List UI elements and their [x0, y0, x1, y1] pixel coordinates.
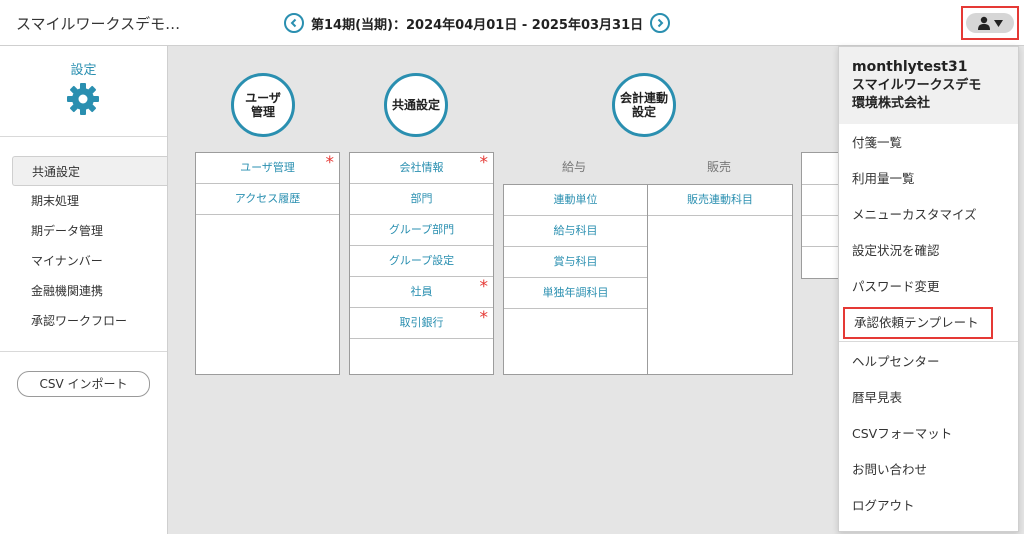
menu-sticky-notes[interactable]: 付箋一覧: [839, 125, 1018, 161]
menu-label: 連動単位: [553, 193, 598, 206]
partial-panel: [801, 152, 841, 279]
column-label-sales: 販売: [707, 160, 732, 174]
menu-label: 賞与科目: [553, 255, 598, 268]
menu-department[interactable]: 部門: [350, 184, 493, 215]
column-label-payroll: 給与: [562, 160, 587, 174]
menu-sales-link-accounts[interactable]: 販売連動科目: [648, 185, 792, 216]
csv-import-button[interactable]: CSV インポート: [17, 371, 150, 397]
user-menu-highlight: [961, 6, 1019, 40]
menu-label: 単独年調科目: [542, 286, 609, 299]
partial-cell: [802, 153, 841, 185]
menu-label: 社員: [410, 285, 433, 298]
sidebar-title: 設定: [70, 63, 97, 78]
menu-label: 給与科目: [553, 224, 598, 237]
menu-check-settings[interactable]: 設定状況を確認: [839, 233, 1018, 269]
required-icon: *: [325, 153, 335, 173]
menu-salary-accounts[interactable]: 給与科目: [504, 216, 647, 247]
required-icon: *: [479, 277, 489, 297]
sidebar: 設定 共通設定 期末処理 期データ管理 マイナンバー 金融機関連携 承認ワークフ…: [0, 46, 168, 534]
partial-cell: [802, 185, 841, 216]
header: スマイルワークスデモ… 第14期(当期)：2024年04月01日 - 2025年…: [0, 0, 1024, 46]
prev-period-button[interactable]: [284, 13, 304, 33]
sidebar-header: 設定: [0, 46, 167, 137]
dropdown-divider: [839, 341, 1018, 342]
category-common-settings: 共通設定: [384, 73, 448, 137]
gear-icon: [67, 83, 99, 115]
sidebar-item-common-settings[interactable]: 共通設定: [12, 156, 167, 186]
period-label: 第14期(当期)：2024年04月01日 - 2025年03月31日: [311, 17, 644, 33]
dropdown-user-info: monthlytest31 スマイルワークスデモ 環境株式会社: [839, 47, 1018, 124]
menu-help-center[interactable]: ヘルプセンター: [839, 344, 1018, 380]
menu-label: 販売連動科目: [687, 193, 753, 206]
required-icon: *: [479, 308, 489, 328]
menu-group-settings[interactable]: グループ設定: [350, 246, 493, 277]
menu-bank[interactable]: 取引銀行 *: [350, 308, 493, 339]
chevron-right-icon: [657, 18, 664, 28]
menu-label: 部門: [410, 192, 433, 205]
user-menu-button[interactable]: [966, 13, 1014, 33]
sales-link-panel: 販売連動科目: [647, 184, 793, 375]
category-accounting-link: 会計連動 設定: [612, 73, 676, 137]
user-management-panel: ユーザ管理 * アクセス履歴: [195, 152, 340, 375]
menu-access-history[interactable]: アクセス履歴: [196, 184, 339, 215]
menu-year-end-adjust-accounts[interactable]: 単独年調科目: [504, 278, 647, 309]
period-selector: 第14期(当期)：2024年04月01日 - 2025年03月31日: [284, 11, 671, 35]
menu-change-password[interactable]: パスワード変更: [839, 269, 1018, 305]
menu-approval-template[interactable]: 承認依頼テンプレート: [843, 307, 993, 339]
menu-company-info[interactable]: 会社情報 *: [350, 153, 493, 184]
required-icon: *: [479, 153, 489, 173]
menu-calendar[interactable]: 暦早見表: [839, 380, 1018, 416]
app-title[interactable]: スマイルワークスデモ…: [16, 13, 180, 34]
menu-logout[interactable]: ログアウト: [839, 488, 1018, 524]
sidebar-item-my-number[interactable]: マイナンバー: [0, 246, 167, 276]
category-user-management: ユーザ 管理: [231, 73, 295, 137]
dropdown-org-line2: 環境株式会社: [852, 96, 931, 111]
menu-label: グループ設定: [388, 254, 455, 267]
common-settings-panel: 会社情報 * 部門 グループ部門 グループ設定 社員 * 取引銀行 *: [349, 152, 494, 375]
menu-label: ユーザ管理: [240, 161, 295, 174]
payroll-link-panel: 連動単位 給与科目 賞与科目 単独年調科目: [503, 184, 648, 375]
sidebar-item-period-data[interactable]: 期データ管理: [0, 216, 167, 246]
menu-user-management[interactable]: ユーザ管理 *: [196, 153, 339, 184]
menu-group-department[interactable]: グループ部門: [350, 215, 493, 246]
partial-cell: [802, 216, 841, 247]
next-period-button[interactable]: [650, 13, 671, 33]
sidebar-item-year-end[interactable]: 期末処理: [0, 186, 167, 216]
menu-employee[interactable]: 社員 *: [350, 277, 493, 308]
sidebar-item-bank-link[interactable]: 金融機関連携: [0, 276, 167, 306]
caret-down-icon: [994, 19, 1003, 27]
menu-label: 取引銀行: [399, 316, 444, 329]
sidebar-divider: [0, 351, 167, 352]
menu-label: 会社情報: [399, 161, 444, 174]
sidebar-item-approval-workflow[interactable]: 承認ワークフロー: [0, 306, 167, 336]
menu-link-unit[interactable]: 連動単位: [504, 185, 647, 216]
user-dropdown-menu: monthlytest31 スマイルワークスデモ 環境株式会社 付箋一覧 利用量…: [838, 46, 1019, 532]
menu-customize[interactable]: メニューカスタマイズ: [839, 197, 1018, 233]
sidebar-nav: 共通設定 期末処理 期データ管理 マイナンバー 金融機関連携 承認ワークフロー: [0, 156, 167, 336]
menu-bonus-accounts[interactable]: 賞与科目: [504, 247, 647, 278]
chevron-left-icon: [290, 18, 297, 28]
menu-csv-format[interactable]: CSVフォーマット: [839, 416, 1018, 452]
menu-usage-list[interactable]: 利用量一覧: [839, 161, 1018, 197]
menu-label: アクセス履歴: [234, 192, 301, 205]
menu-contact[interactable]: お問い合わせ: [839, 452, 1018, 488]
user-icon: [978, 16, 990, 30]
menu-label: グループ部門: [388, 223, 455, 236]
dropdown-username: monthlytest31: [852, 59, 968, 75]
dropdown-org-line1: スマイルワークスデモ: [852, 78, 982, 93]
